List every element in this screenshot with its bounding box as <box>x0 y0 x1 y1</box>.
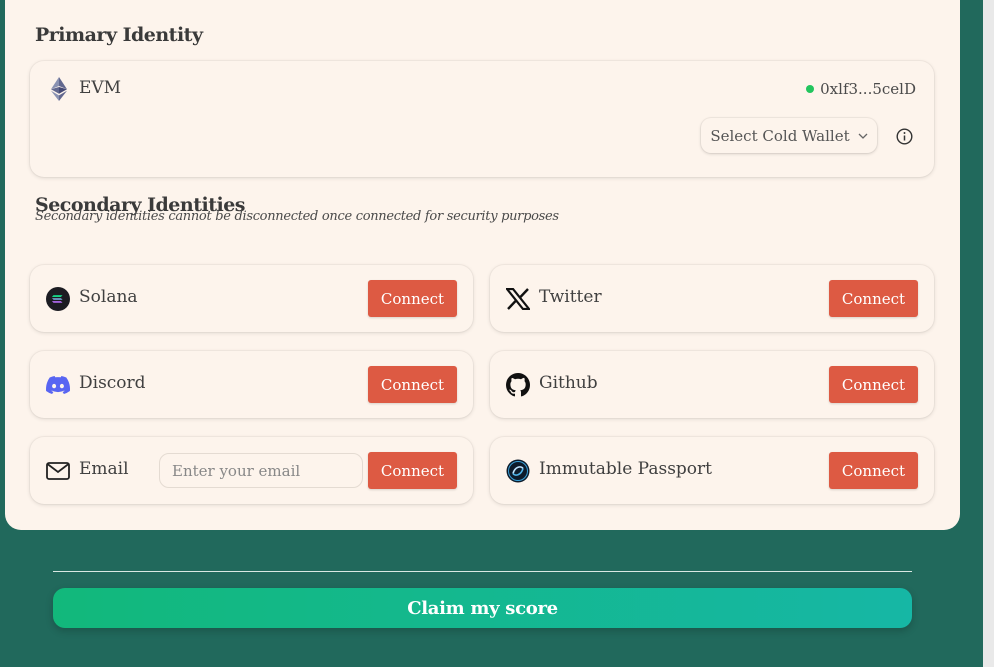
secondary-identities-note: Secondary identities cannot be disconnec… <box>35 209 559 224</box>
connected-address: 0xlf3...5celD <box>806 80 916 98</box>
select-cold-wallet-dropdown[interactable]: Select Cold Wallet <box>701 118 877 153</box>
ethereum-icon <box>47 77 71 101</box>
connected-status-dot <box>806 85 815 93</box>
address-text: 0xlf3...5celD <box>820 80 916 98</box>
claim-my-score-button[interactable]: Claim my score <box>53 588 912 628</box>
connect-discord-button[interactable]: Connect <box>368 366 457 403</box>
immutable-passport-label: Immutable Passport <box>539 459 712 479</box>
solana-identity-row: Solana Connect <box>30 265 473 332</box>
identities-card: Primary Identity EVM 0xlf3...5celD Selec… <box>5 0 960 530</box>
connect-email-button[interactable]: Connect <box>368 452 457 489</box>
connect-github-button[interactable]: Connect <box>829 366 918 403</box>
solana-label: Solana <box>79 287 138 307</box>
scrollbar-track <box>983 0 994 667</box>
twitter-identity-row: Twitter Connect <box>490 265 934 332</box>
github-identity-row: Github Connect <box>490 351 934 418</box>
github-icon <box>506 373 530 397</box>
chevron-down-icon <box>858 133 868 139</box>
evm-label: EVM <box>79 78 122 98</box>
immutable-passport-identity-row: Immutable Passport Connect <box>490 437 934 504</box>
discord-icon <box>46 373 70 397</box>
connect-twitter-button[interactable]: Connect <box>829 280 918 317</box>
x-twitter-icon <box>506 287 530 311</box>
connect-immutable-passport-button[interactable]: Connect <box>829 452 918 489</box>
email-input[interactable] <box>159 453 363 488</box>
primary-identity-panel: EVM 0xlf3...5celD Select Cold Wallet <box>30 61 934 177</box>
github-label: Github <box>539 373 598 393</box>
connect-solana-button[interactable]: Connect <box>368 280 457 317</box>
primary-identity-title: Primary Identity <box>35 24 203 46</box>
twitter-label: Twitter <box>539 287 602 307</box>
email-label: Email <box>79 459 129 479</box>
discord-identity-row: Discord Connect <box>30 351 473 418</box>
info-icon[interactable] <box>892 124 916 148</box>
select-cold-wallet-label: Select Cold Wallet <box>710 126 850 145</box>
mail-icon <box>46 459 70 483</box>
immutable-passport-icon <box>506 459 530 483</box>
discord-label: Discord <box>79 373 146 393</box>
solana-icon <box>46 287 70 311</box>
divider <box>53 571 912 572</box>
email-identity-row: Email Connect <box>30 437 473 504</box>
